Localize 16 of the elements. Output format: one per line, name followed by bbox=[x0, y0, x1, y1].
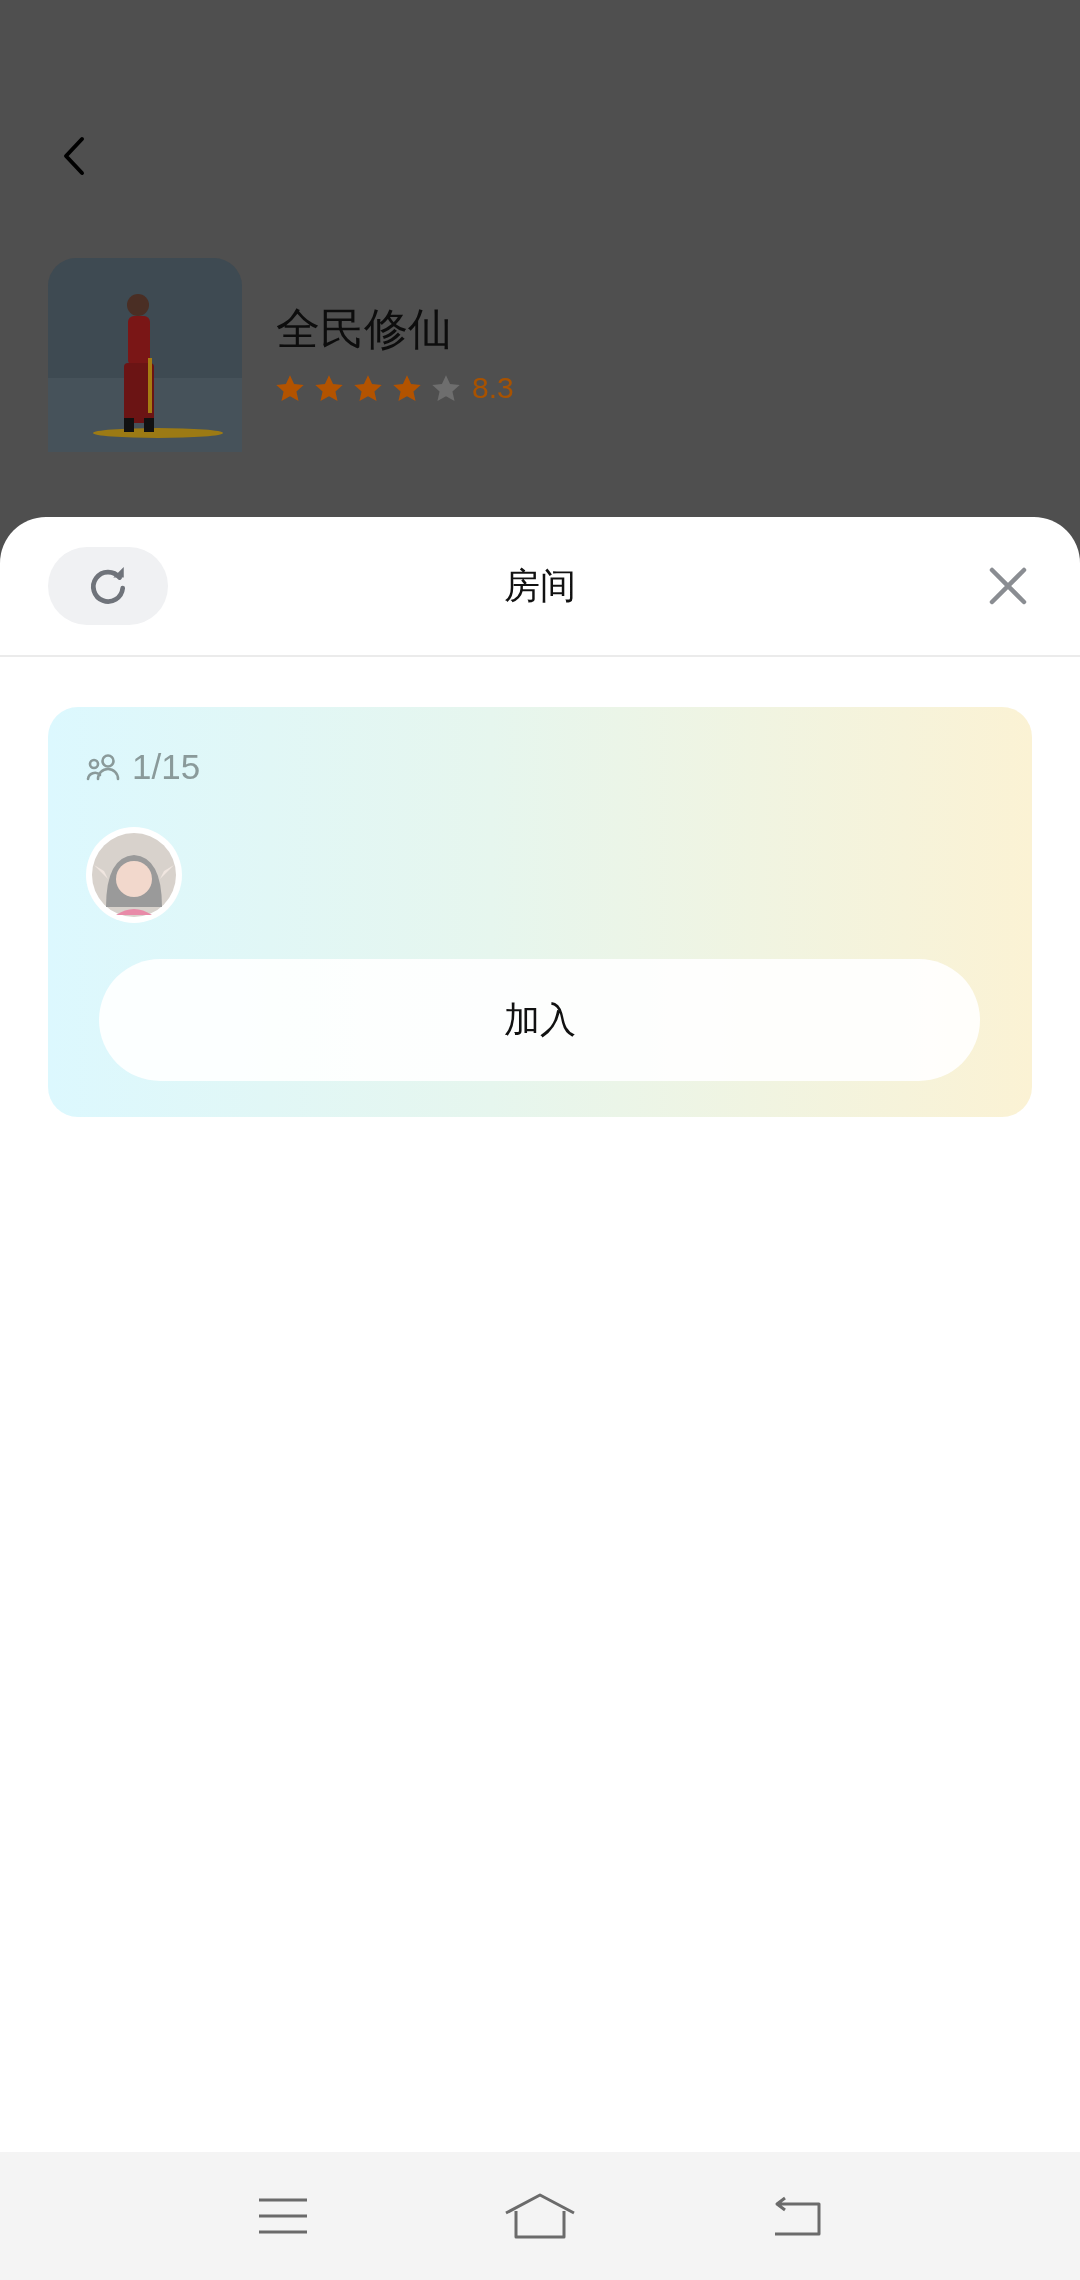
join-button[interactable]: 加入 bbox=[99, 959, 980, 1081]
close-icon[interactable] bbox=[988, 566, 1028, 606]
game-title: 全民修仙 bbox=[276, 304, 453, 354]
member-count: 1/15 bbox=[132, 747, 201, 787]
sheet-title: 房间 bbox=[504, 563, 576, 608]
home-icon[interactable] bbox=[504, 2193, 576, 2239]
rating-score: 8.3 bbox=[472, 371, 514, 406]
avatar[interactable] bbox=[86, 827, 182, 923]
star-icon bbox=[315, 374, 343, 402]
menu-icon[interactable] bbox=[257, 2196, 310, 2236]
star-icon bbox=[393, 374, 421, 402]
star-icon bbox=[276, 374, 304, 402]
people-icon bbox=[86, 753, 122, 781]
star-icon bbox=[354, 374, 382, 402]
star-icon bbox=[432, 374, 460, 402]
back-icon[interactable] bbox=[62, 136, 86, 176]
